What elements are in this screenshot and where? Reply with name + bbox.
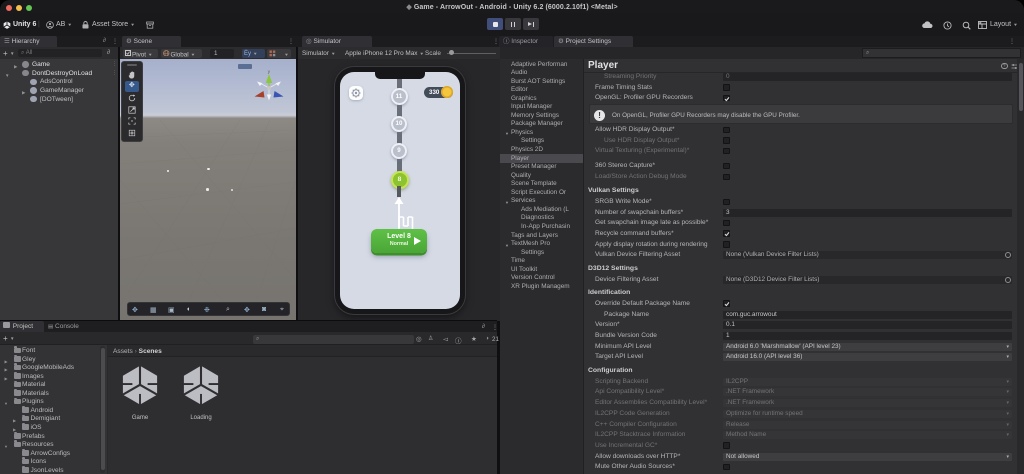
svg-text:y: y: [268, 69, 271, 74]
